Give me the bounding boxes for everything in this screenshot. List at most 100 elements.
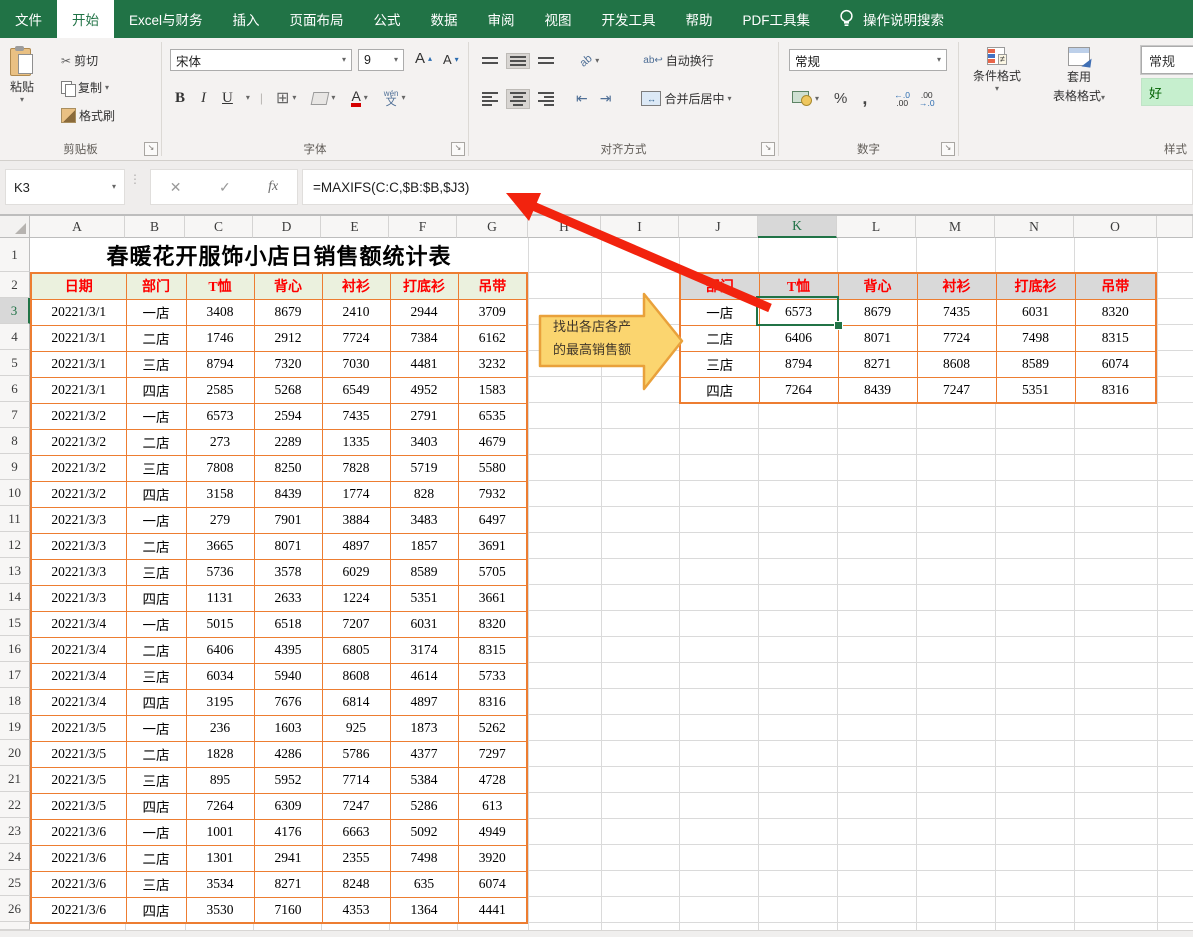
row-header-3[interactable]: 3 — [0, 298, 30, 324]
cell[interactable]: 8271 — [838, 351, 917, 377]
cell[interactable]: 三店 — [126, 663, 186, 689]
row-header-20[interactable]: 20 — [0, 740, 30, 766]
cell[interactable]: 6573 — [186, 403, 254, 429]
column-header-B[interactable]: B — [125, 216, 185, 238]
cell[interactable]: 6034 — [186, 663, 254, 689]
cell[interactable]: 8071 — [838, 325, 917, 351]
cell[interactable]: 8316 — [458, 689, 527, 715]
cell[interactable]: 7030 — [322, 351, 390, 377]
column-header-I[interactable]: I — [601, 216, 679, 238]
cell[interactable]: 二店 — [126, 533, 186, 559]
cell[interactable]: 6074 — [1075, 351, 1156, 377]
cell[interactable]: 20221/3/6 — [31, 897, 126, 923]
cell[interactable]: 三店 — [126, 767, 186, 793]
cell[interactable]: 4286 — [254, 741, 322, 767]
cut-button[interactable]: ✂ 剪切 — [58, 50, 101, 71]
tab-审阅[interactable]: 审阅 — [473, 0, 530, 38]
column-header-L[interactable]: L — [837, 216, 916, 238]
font-size-combo[interactable]: 9 ▾ — [358, 49, 404, 71]
select-all-corner[interactable] — [0, 216, 30, 238]
cell[interactable]: 7247 — [917, 377, 996, 403]
number-format-combo[interactable]: 常规 ▾ — [789, 49, 947, 71]
formula-input[interactable]: =MAXIFS(C:C,$B:$B,$J3) — [302, 169, 1193, 205]
cell[interactable]: 4377 — [390, 741, 458, 767]
cell[interactable]: 7264 — [759, 377, 838, 403]
percent-style-button[interactable]: % — [831, 88, 850, 109]
cell[interactable]: 8439 — [254, 481, 322, 507]
tab-开始[interactable]: 开始 — [57, 0, 114, 38]
font-color-button[interactable]: A▾ — [348, 88, 370, 109]
cell[interactable]: 四店 — [126, 377, 186, 403]
cell[interactable]: 四店 — [126, 585, 186, 611]
cell[interactable]: 20221/3/5 — [31, 715, 126, 741]
cell[interactable]: 20221/3/1 — [31, 325, 126, 351]
cell[interactable]: 5719 — [390, 455, 458, 481]
max-summary-header-cell[interactable]: 衬衫 — [917, 273, 996, 299]
table-title-cell[interactable]: 春暖花开服饰小店日销售额统计表 — [30, 238, 528, 272]
cell[interactable]: 6031 — [996, 299, 1075, 325]
cell[interactable]: 一店 — [126, 611, 186, 637]
cell[interactable]: 8320 — [1075, 299, 1156, 325]
cell[interactable]: 20221/3/6 — [31, 819, 126, 845]
cell[interactable]: 5786 — [322, 741, 390, 767]
tab-数据[interactable]: 数据 — [416, 0, 473, 38]
cell[interactable]: 8250 — [254, 455, 322, 481]
cell[interactable]: 四店 — [126, 793, 186, 819]
row-header-15[interactable]: 15 — [0, 610, 30, 636]
daily-sales-header-cell[interactable]: 衬衫 — [322, 273, 390, 299]
cell[interactable]: 二店 — [126, 325, 186, 351]
cell[interactable]: 1583 — [458, 377, 527, 403]
column-header-partial[interactable] — [1157, 216, 1193, 238]
cell[interactable]: 8589 — [390, 559, 458, 585]
daily-sales-header-cell[interactable]: 打底衫 — [390, 273, 458, 299]
cell[interactable]: 一店 — [126, 299, 186, 325]
cell[interactable]: 8315 — [458, 637, 527, 663]
cell[interactable]: 3232 — [458, 351, 527, 377]
cell[interactable]: 4679 — [458, 429, 527, 455]
cell[interactable]: 1224 — [322, 585, 390, 611]
cell[interactable]: 6406 — [186, 637, 254, 663]
cell[interactable]: 一店 — [126, 507, 186, 533]
cell[interactable]: 20221/3/6 — [31, 871, 126, 897]
cell[interactable]: 3174 — [390, 637, 458, 663]
cell[interactable]: 6535 — [458, 403, 527, 429]
cell[interactable]: 1857 — [390, 533, 458, 559]
row-header-4[interactable]: 4 — [0, 324, 30, 350]
phonetic-button[interactable]: wén 文 ▾ — [381, 87, 409, 109]
cell[interactable]: 5384 — [390, 767, 458, 793]
enter-icon[interactable]: ✓ — [219, 179, 231, 196]
max-summary-header-cell[interactable]: 打底衫 — [996, 273, 1075, 299]
column-header-N[interactable]: N — [995, 216, 1074, 238]
formula-bar-splitter[interactable]: ⋮ — [129, 175, 141, 183]
tab-公式[interactable]: 公式 — [359, 0, 416, 38]
cell[interactable]: 1746 — [186, 325, 254, 351]
cell[interactable]: 6814 — [322, 689, 390, 715]
fill-handle[interactable] — [834, 321, 843, 330]
cell[interactable]: 8248 — [322, 871, 390, 897]
cell[interactable]: 1131 — [186, 585, 254, 611]
cell[interactable]: 7808 — [186, 455, 254, 481]
cell[interactable]: 二店 — [126, 845, 186, 871]
row-header-21[interactable]: 21 — [0, 766, 30, 792]
cell[interactable]: 2594 — [254, 403, 322, 429]
cell[interactable]: 20221/3/5 — [31, 793, 126, 819]
cell[interactable]: 6663 — [322, 819, 390, 845]
cell[interactable]: 20221/3/4 — [31, 637, 126, 663]
cell[interactable]: 1001 — [186, 819, 254, 845]
column-header-J[interactable]: J — [679, 216, 758, 238]
cell[interactable]: 236 — [186, 715, 254, 741]
column-header-C[interactable]: C — [185, 216, 253, 238]
cell[interactable]: 4441 — [458, 897, 527, 923]
tab-PDF工具集[interactable]: PDF工具集 — [728, 0, 826, 38]
cell[interactable]: 8679 — [838, 299, 917, 325]
row-header-13[interactable]: 13 — [0, 558, 30, 584]
row-header-6[interactable]: 6 — [0, 376, 30, 402]
cell[interactable]: 2289 — [254, 429, 322, 455]
cell[interactable]: 2791 — [390, 403, 458, 429]
copy-button[interactable]: 复制 ▾ — [58, 77, 112, 98]
cell[interactable]: 7384 — [390, 325, 458, 351]
daily-sales-header-cell[interactable]: 吊带 — [458, 273, 527, 299]
cell[interactable]: 三店 — [126, 871, 186, 897]
cell[interactable]: 7828 — [322, 455, 390, 481]
row-header-24[interactable]: 24 — [0, 844, 30, 870]
